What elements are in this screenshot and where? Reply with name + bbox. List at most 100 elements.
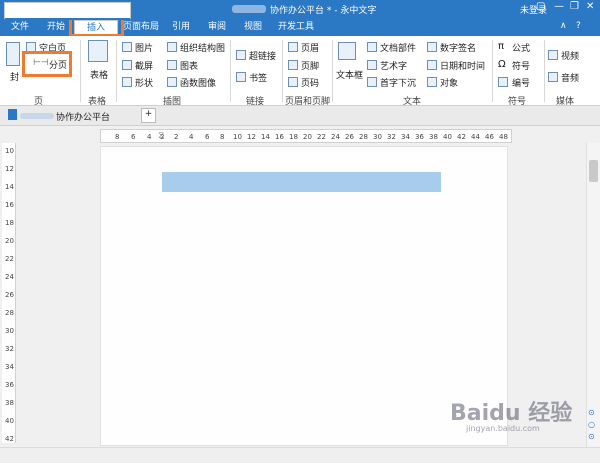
picture-icon[interactable]	[122, 42, 132, 52]
tab-review[interactable]: 审阅	[200, 20, 234, 36]
select-browse-icon[interactable]: ○	[588, 420, 595, 429]
symbol-button[interactable]: 符号	[512, 59, 530, 72]
omega-icon[interactable]: Ω	[498, 59, 506, 70]
vruler-number: 24	[5, 273, 14, 281]
next-page-icon[interactable]: ⊙	[588, 432, 595, 441]
tab-home[interactable]: 开始	[40, 20, 72, 36]
minimize-icon[interactable]: —	[554, 1, 564, 12]
digital-signature-button[interactable]: 数字签名	[440, 41, 476, 54]
document-tab-label[interactable]: 协作办公平台	[56, 110, 110, 123]
bookmark-button[interactable]: 书签	[249, 71, 267, 84]
page-number-button[interactable]: 页码	[301, 76, 319, 89]
vruler-number: 36	[5, 381, 14, 389]
org-chart-icon[interactable]	[167, 42, 177, 52]
picture-button[interactable]: 图片	[135, 41, 153, 54]
ruler-number: 42	[457, 133, 466, 141]
digital-signature-icon[interactable]	[427, 42, 437, 52]
ribbon-divider	[492, 40, 493, 102]
function-graph-button[interactable]: 函数图像	[180, 76, 216, 89]
ribbon-divider	[332, 40, 333, 102]
formula-button[interactable]: 公式	[512, 41, 530, 54]
drop-cap-icon[interactable]	[367, 77, 377, 87]
object-button[interactable]: 对象	[440, 76, 458, 89]
date-time-icon[interactable]	[427, 60, 437, 70]
audio-button[interactable]: 音频	[561, 71, 579, 84]
tab-references[interactable]: 引用	[164, 20, 198, 36]
ribbon-divider	[544, 40, 545, 102]
doc-parts-icon[interactable]	[367, 42, 377, 52]
numbering-button[interactable]: 编号	[512, 76, 530, 89]
vruler-number: 34	[5, 363, 14, 371]
hyperlink-button[interactable]: 超链接	[249, 49, 276, 62]
tab-file[interactable]: 文件	[4, 20, 36, 36]
page-break-icon[interactable]: ⊢⊣	[33, 58, 49, 68]
chart-button[interactable]: 图表	[180, 59, 198, 72]
new-tab-icon[interactable]: +	[141, 108, 156, 123]
ruler-number: 46	[485, 133, 494, 141]
ruler-number: 8	[115, 133, 119, 141]
video-button[interactable]: 视频	[561, 49, 579, 62]
header-icon[interactable]	[288, 42, 298, 52]
watermark-logo: Baidu 经验	[450, 401, 573, 426]
vruler-number: 18	[5, 219, 14, 227]
bookmark-icon[interactable]	[236, 72, 246, 82]
ruler-number: 40	[443, 133, 452, 141]
screenshot-icon[interactable]	[122, 60, 132, 70]
text-box-button[interactable]: 文本框	[336, 68, 363, 81]
video-icon[interactable]	[548, 50, 558, 60]
indent-marker-icon[interactable]: ⧖	[158, 131, 164, 141]
ruler-number: 38	[429, 133, 438, 141]
chevron-up-icon[interactable]: ∧	[560, 21, 567, 31]
numbering-icon[interactable]	[498, 77, 508, 87]
art-text-button[interactable]: 艺术字	[380, 59, 407, 72]
vruler-number: 12	[5, 165, 14, 173]
prev-page-icon[interactable]: ⊙	[588, 408, 595, 417]
table-grid-icon[interactable]	[88, 40, 108, 62]
art-text-icon[interactable]	[367, 60, 377, 70]
close-icon[interactable]: ✕	[586, 1, 594, 12]
ruler-number: 12	[247, 133, 256, 141]
drop-cap-button[interactable]: 首字下沉	[380, 76, 416, 89]
maximize-icon[interactable]: ❐	[570, 1, 579, 12]
cover-page-icon[interactable]	[6, 42, 20, 66]
date-time-button[interactable]: 日期和时间	[440, 59, 485, 72]
audio-icon[interactable]	[548, 72, 558, 82]
pi-icon[interactable]: π	[498, 41, 504, 52]
help-icon[interactable]: ?	[576, 21, 581, 31]
screenshot-button[interactable]: 截屏	[135, 59, 153, 72]
ribbon-divider	[116, 40, 117, 102]
ruler-number: 36	[415, 133, 424, 141]
vruler-number: 30	[5, 327, 14, 335]
chart-icon[interactable]	[167, 60, 177, 70]
watermark-url: jingyan.baidu.com	[466, 424, 540, 433]
object-icon[interactable]	[427, 77, 437, 87]
text-selection[interactable]	[162, 172, 441, 192]
tab-page-layout[interactable]: 页面布局	[120, 20, 162, 36]
vertical-scrollbar[interactable]	[586, 143, 600, 447]
table-button[interactable]: 表格	[90, 68, 108, 81]
org-chart-button[interactable]: 组织结构图	[180, 41, 225, 54]
footer-button[interactable]: 页脚	[301, 59, 319, 72]
page-break-button[interactable]: 分页	[49, 58, 67, 71]
hyperlink-icon[interactable]	[236, 50, 246, 60]
ruler-number: 2	[174, 133, 178, 141]
scrollbar-thumb[interactable]	[589, 160, 598, 182]
ribbon-display-icon[interactable]: ▢	[536, 1, 545, 12]
tab-developer[interactable]: 开发工具	[272, 20, 320, 36]
vertical-ruler-numbers: 10 12 14 16 18 20 22 24 26 28 30 32 34 3…	[5, 147, 14, 443]
vruler-number: 42	[5, 435, 14, 443]
function-graph-icon[interactable]	[167, 77, 177, 87]
footer-icon[interactable]	[288, 60, 298, 70]
cover-label[interactable]: 封	[10, 70, 19, 83]
document-tab[interactable]	[4, 2, 131, 20]
shape-button[interactable]: 形状	[135, 76, 153, 89]
header-button[interactable]: 页眉	[301, 41, 319, 54]
doc-parts-button[interactable]: 文档部件	[380, 41, 416, 54]
vruler-number: 28	[5, 309, 14, 317]
document-title: 协作办公平台 * - 永中文字	[270, 6, 377, 16]
tab-view[interactable]: 视图	[236, 20, 270, 36]
shape-icon[interactable]	[122, 77, 132, 87]
text-box-icon[interactable]	[338, 42, 356, 60]
page-number-icon[interactable]	[288, 77, 298, 87]
horizontal-scrollbar[interactable]	[0, 447, 600, 463]
